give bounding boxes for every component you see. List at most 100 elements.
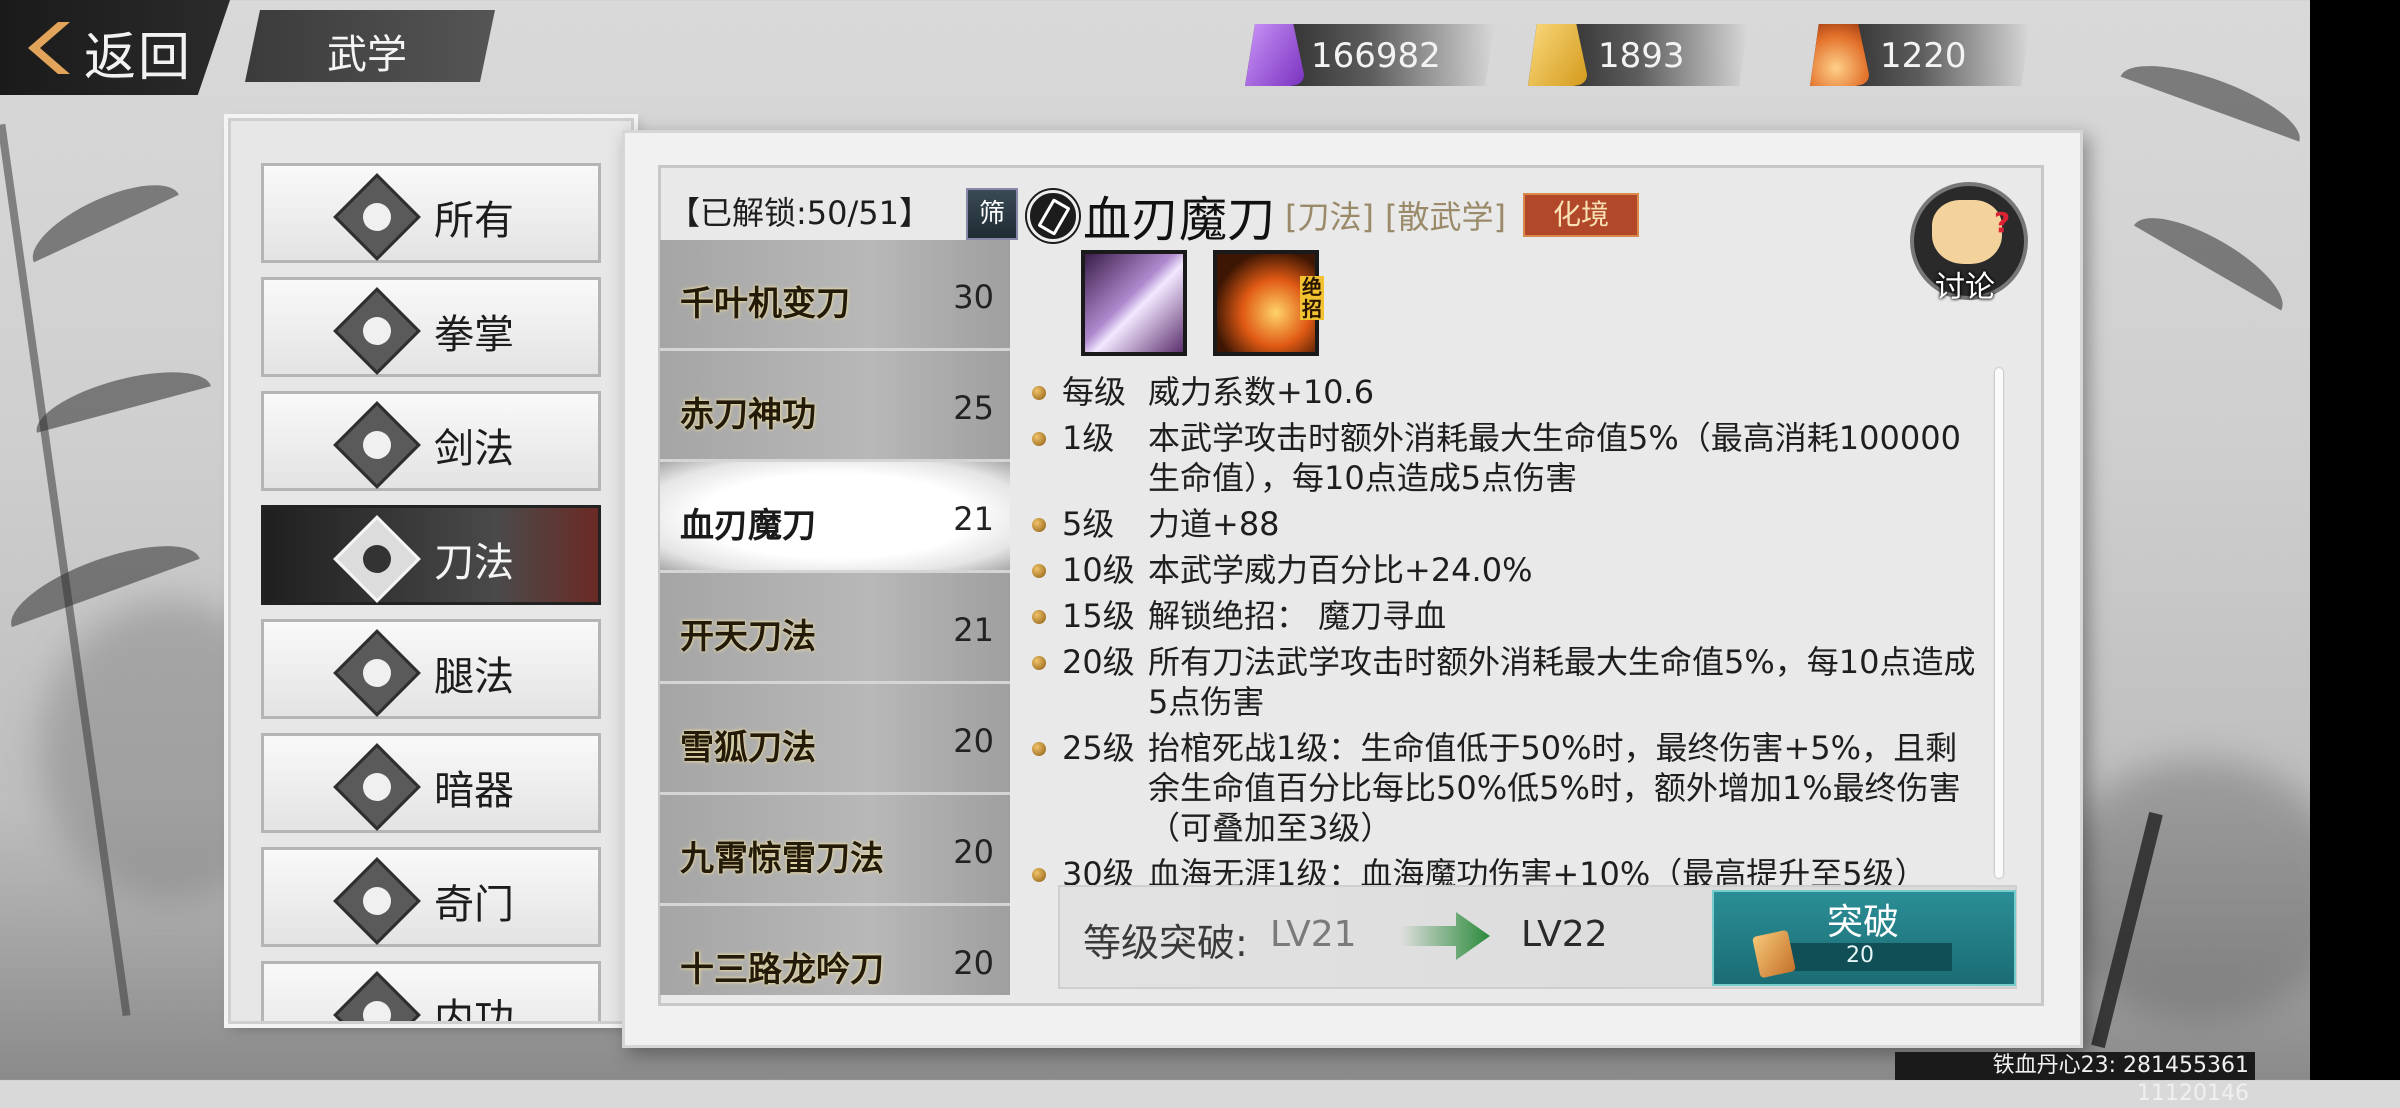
sword-icon xyxy=(333,401,421,489)
upgrade-from-level: LV21 xyxy=(1270,914,1357,955)
breakthrough-cost: 20 xyxy=(1846,943,1874,968)
effect-level: 25级 xyxy=(1062,729,1135,767)
currency-flame: 1220 xyxy=(1810,24,2030,86)
unlock-count: 【已解锁:50/51】 xyxy=(668,194,932,232)
skill-name: 雪狐刀法 xyxy=(680,728,816,768)
skill-style-tag: [散武学] xyxy=(1385,198,1506,236)
blade-type-icon xyxy=(1027,190,1079,242)
skill-item[interactable]: 千叶机变刀 30 xyxy=(660,240,1010,351)
effect-row: 20级 所有刀法武学攻击时额外消耗最大生命值5%，每10点造成5点伤害 xyxy=(1030,642,1985,722)
category-fist[interactable]: 拳掌 xyxy=(261,277,601,377)
currency-value: 1220 xyxy=(1880,36,1967,76)
category-label: 剑法 xyxy=(434,426,514,472)
skill-item[interactable]: 十三路龙吟刀 20 xyxy=(660,906,1010,995)
effects-scroll-thumb[interactable] xyxy=(1995,368,2003,878)
category-label: 奇门 xyxy=(434,882,514,928)
discuss-label: 讨论 xyxy=(1935,270,1995,305)
effect-row: 5级 力道+88 xyxy=(1030,504,1985,544)
effect-text: 力道+88 xyxy=(1148,505,1280,543)
currency-value: 1893 xyxy=(1598,36,1685,76)
category-blade[interactable]: 刀法 xyxy=(261,505,601,605)
bullet-icon xyxy=(1032,432,1046,446)
skill-level: 21 xyxy=(953,611,994,649)
category-sword[interactable]: 剑法 xyxy=(261,391,601,491)
category-label: 暗器 xyxy=(434,768,514,814)
blade-icon xyxy=(333,515,421,603)
effect-level: 1级 xyxy=(1062,419,1115,457)
skill-list[interactable]: 千叶机变刀 30 赤刀神功 25 血刃魔刀 21 开天刀法 21 雪狐刀法 20… xyxy=(660,240,1010,995)
category-qimen[interactable]: 奇门 xyxy=(261,847,601,947)
skill-name: 开天刀法 xyxy=(680,617,816,657)
effect-text: 本武学威力百分比+24.0% xyxy=(1148,551,1533,589)
question-mark-icon: ? xyxy=(1994,206,2011,239)
upgrade-to-level: LV22 xyxy=(1521,914,1608,955)
category-panel: 所有 拳掌 剑法 刀法 腿法 暗器 奇门 内功 xyxy=(228,118,634,1024)
back-button[interactable]: 返回 xyxy=(0,0,230,95)
skill-level: 25 xyxy=(953,389,994,427)
skill-name: 十三路龙吟刀 xyxy=(680,950,884,990)
bullet-icon xyxy=(1032,656,1046,670)
category-label: 拳掌 xyxy=(434,312,514,358)
category-label: 内功 xyxy=(434,996,514,1024)
currency-value: 166982 xyxy=(1311,36,1441,76)
effect-text: 威力系数+10.6 xyxy=(1148,373,1375,411)
skill-name: 九霄惊雷刀法 xyxy=(680,839,884,879)
effect-text: 所有刀法武学攻击时额外消耗最大生命值5%，每10点造成5点伤害 xyxy=(1148,643,1976,721)
screen-edge xyxy=(2310,0,2400,1080)
flame-scroll-icon xyxy=(1810,24,1871,86)
chevron-left-icon xyxy=(28,22,70,74)
scroll-icon xyxy=(333,857,421,945)
skill-level: 20 xyxy=(953,833,994,871)
skill-item[interactable]: 赤刀神功 25 xyxy=(660,351,1010,462)
category-inner[interactable]: 内功 xyxy=(261,961,601,1024)
upgrade-label: 等级突破: xyxy=(1083,921,1248,965)
realm-badge: 化境 xyxy=(1523,193,1639,237)
effect-level: 每级 xyxy=(1062,373,1127,411)
filter-button[interactable]: 筛 xyxy=(966,188,1018,240)
bullet-icon xyxy=(1032,868,1046,882)
cat-mascot-icon xyxy=(1932,200,2002,264)
skill-item[interactable]: 开天刀法 21 xyxy=(660,573,1010,684)
category-all[interactable]: 所有 xyxy=(261,163,601,263)
page-title: 武学 xyxy=(327,32,407,78)
effects-list: 每级 威力系数+10.6 1级 本武学攻击时额外消耗最大生命值5%（最高消耗10… xyxy=(1030,372,1985,900)
skill-level: 20 xyxy=(953,722,994,760)
gold-scroll-icon xyxy=(1528,24,1589,86)
currency-gold: 1893 xyxy=(1528,24,1748,86)
skill-level: 21 xyxy=(953,500,994,538)
category-kick[interactable]: 腿法 xyxy=(261,619,601,719)
page-title-tab: 武学 xyxy=(245,10,495,82)
category-label: 所有 xyxy=(434,198,514,244)
arrow-right-icon xyxy=(1400,912,1490,960)
fist-icon xyxy=(333,287,421,375)
effect-row: 1级 本武学攻击时额外消耗最大生命值5%（最高消耗100000生命值），每10点… xyxy=(1030,418,1985,498)
category-label: 刀法 xyxy=(434,540,514,586)
effect-row: 每级 威力系数+10.6 xyxy=(1030,372,1985,412)
player-info: 铁血丹心23: 281455361 11120146 xyxy=(1895,1052,2255,1106)
move-slash-icon[interactable] xyxy=(1081,250,1187,356)
skill-name: 赤刀神功 xyxy=(680,395,816,435)
bullet-icon xyxy=(1032,610,1046,624)
category-hidden-weapon[interactable]: 暗器 xyxy=(261,733,601,833)
all-icon xyxy=(333,173,421,261)
purple-scroll-icon xyxy=(1245,24,1306,86)
bullet-icon xyxy=(1032,518,1046,532)
breakthrough-label: 突破 xyxy=(1827,902,1900,943)
skill-name: 千叶机变刀 xyxy=(680,284,850,324)
bullet-icon xyxy=(1032,386,1046,400)
effect-level: 10级 xyxy=(1062,551,1135,589)
effect-row: 25级 抬棺死战1级：生命值低于50%时，最终伤害+5%，且剩余生命值百分比每比… xyxy=(1030,728,1985,848)
skill-item[interactable]: 雪狐刀法 20 xyxy=(660,684,1010,795)
shuriken-icon xyxy=(333,743,421,831)
effect-row: 15级 解锁绝招： 魔刀寻血 xyxy=(1030,596,1985,636)
effect-level: 5级 xyxy=(1062,505,1115,543)
skill-item-selected[interactable]: 血刃魔刀 21 xyxy=(660,462,1010,573)
skill-title: 血刃魔刀 xyxy=(1083,192,1276,248)
skill-item[interactable]: 九霄惊雷刀法 20 xyxy=(660,795,1010,906)
kick-icon xyxy=(333,629,421,717)
inner-icon xyxy=(333,971,421,1021)
ultimate-badge: 绝招 xyxy=(1300,275,1324,321)
skill-level: 20 xyxy=(953,944,994,982)
effect-level: 15级 xyxy=(1062,597,1135,635)
effect-text: 解锁绝招： 魔刀寻血 xyxy=(1148,597,1447,635)
